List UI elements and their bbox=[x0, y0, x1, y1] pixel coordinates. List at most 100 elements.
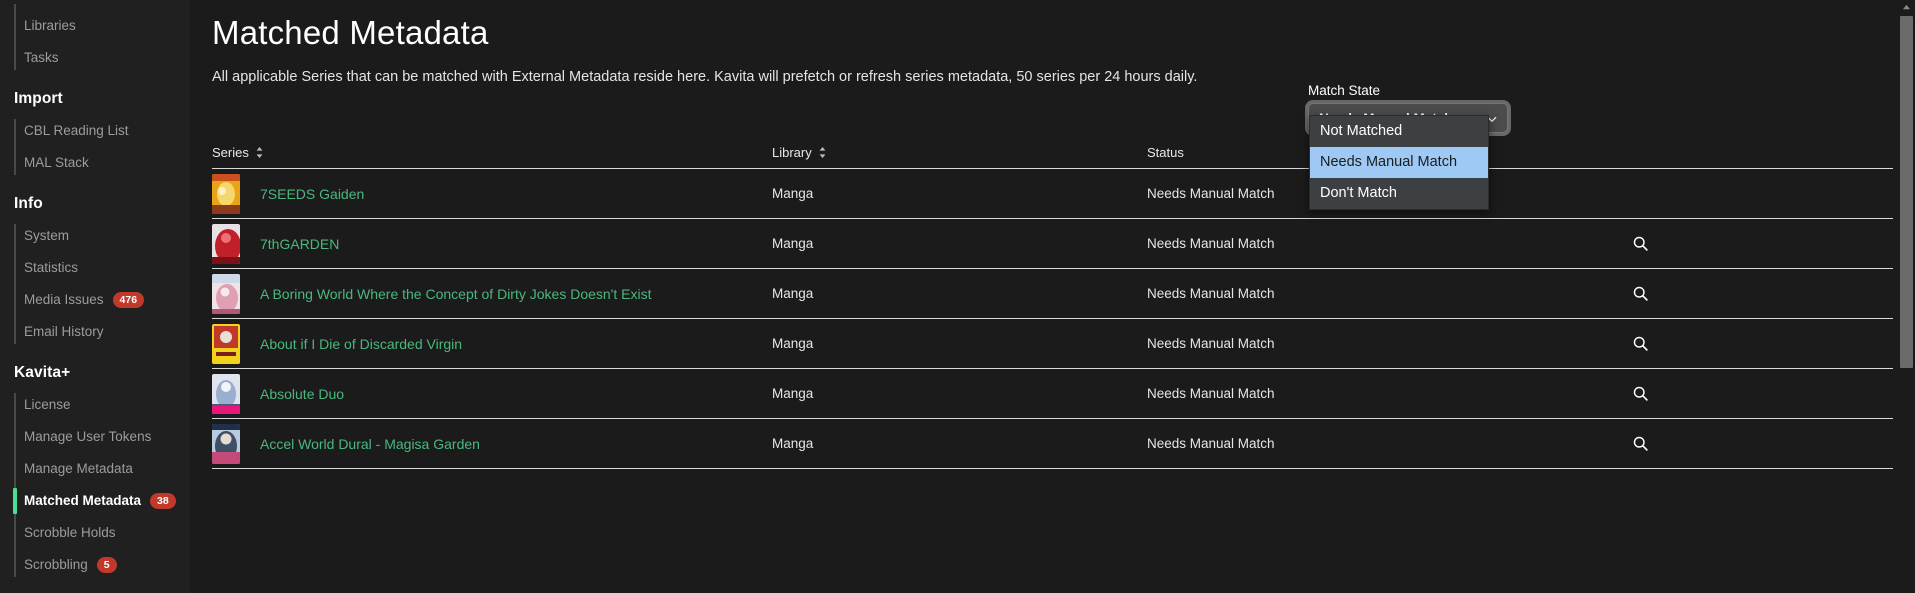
series-cover-thumbnail bbox=[212, 223, 240, 264]
page-title: Matched Metadata bbox=[212, 14, 489, 51]
series-link[interactable]: A Boring World Where the Concept of Dirt… bbox=[260, 286, 651, 302]
active-indicator bbox=[13, 488, 17, 514]
sidebar-item-email-history[interactable]: Email History bbox=[0, 316, 190, 348]
sidebar-item-media-issues[interactable]: Media Issues 476 bbox=[0, 284, 190, 316]
match-state-dropdown[interactable]: Not Matched Needs Manual Match Don't Mat… bbox=[1309, 115, 1489, 210]
cell-status: Needs Manual Match bbox=[1147, 336, 1275, 351]
match-state-label: Match State bbox=[1308, 83, 1381, 98]
cell-series: About if I Die of Discarded Virgin bbox=[212, 323, 772, 364]
sidebar-item-matched-metadata[interactable]: Matched Metadata 38 bbox=[0, 485, 190, 517]
sort-icon bbox=[818, 146, 827, 159]
match-state-filter: Match State Needs Manual Match Not Match… bbox=[1308, 83, 1508, 210]
sidebar: Libraries Tasks Import CBL Reading List … bbox=[0, 0, 190, 593]
sidebar-item-label: Tasks bbox=[24, 50, 59, 65]
series-cover-thumbnail bbox=[212, 323, 240, 364]
sidebar-item-tasks[interactable]: Tasks bbox=[0, 42, 190, 74]
search-icon[interactable] bbox=[1629, 232, 1651, 254]
sidebar-item-label: Scrobbling bbox=[24, 557, 88, 572]
sidebar-item-label: Scrobble Holds bbox=[24, 525, 116, 540]
cell-action bbox=[1627, 382, 1893, 405]
column-header-label: Library bbox=[772, 144, 812, 160]
sidebar-item-label: Manage User Tokens bbox=[24, 429, 152, 444]
scrobbling-badge: 5 bbox=[96, 557, 117, 573]
cell-action bbox=[1627, 432, 1893, 455]
series-cover-thumbnail bbox=[212, 373, 240, 414]
sidebar-item-label: Manage Metadata bbox=[24, 461, 133, 476]
sidebar-item-statistics[interactable]: Statistics bbox=[0, 252, 190, 284]
cell-action bbox=[1627, 282, 1893, 305]
sidebar-item-manage-metadata[interactable]: Manage Metadata bbox=[0, 453, 190, 485]
cell-series: Accel World Dural - Magisa Garden bbox=[212, 423, 772, 464]
series-link[interactable]: 7thGARDEN bbox=[260, 236, 339, 252]
cell-library: Manga bbox=[772, 386, 814, 401]
cell-library: Manga bbox=[772, 336, 814, 351]
table-header-row: Series Library Status bbox=[212, 143, 1893, 169]
table-row: 7thGARDEN Manga Needs Manual Match bbox=[212, 219, 1893, 269]
sidebar-item-libraries[interactable]: Libraries bbox=[0, 10, 190, 42]
sidebar-item-manage-user-tokens[interactable]: Manage User Tokens bbox=[0, 421, 190, 453]
search-icon[interactable] bbox=[1629, 432, 1651, 454]
app-root: Libraries Tasks Import CBL Reading List … bbox=[0, 0, 1915, 593]
sidebar-item-label: Libraries bbox=[24, 18, 76, 33]
series-cover-thumbnail bbox=[212, 173, 240, 214]
sidebar-item-cbl-reading-list[interactable]: CBL Reading List bbox=[0, 115, 190, 147]
cell-status: Needs Manual Match bbox=[1147, 436, 1275, 451]
search-icon[interactable] bbox=[1629, 282, 1651, 304]
column-header-series[interactable]: Series bbox=[212, 145, 772, 167]
sidebar-group-info: System Statistics Media Issues 476 Email… bbox=[0, 220, 190, 348]
cell-status: Needs Manual Match bbox=[1147, 386, 1275, 401]
cell-library: Manga bbox=[772, 286, 814, 301]
table-row: A Boring World Where the Concept of Dirt… bbox=[212, 269, 1893, 319]
sidebar-item-label: License bbox=[24, 397, 71, 412]
series-link[interactable]: Accel World Dural - Magisa Garden bbox=[260, 436, 480, 452]
cell-library: Manga bbox=[772, 436, 814, 451]
sidebar-item-license[interactable]: License bbox=[0, 389, 190, 421]
media-issues-badge: 476 bbox=[112, 292, 145, 308]
dropdown-option-not-matched[interactable]: Not Matched bbox=[1310, 116, 1488, 147]
sidebar-item-label: Statistics bbox=[24, 260, 79, 275]
matched-metadata-table: Series Library Status 7SEEDS Gaiden Mang… bbox=[212, 143, 1893, 469]
search-icon[interactable] bbox=[1629, 382, 1651, 404]
sidebar-item-system[interactable]: System bbox=[0, 220, 190, 252]
cell-status: Needs Manual Match bbox=[1147, 236, 1275, 251]
cell-series: A Boring World Where the Concept of Dirt… bbox=[212, 273, 772, 314]
cell-action bbox=[1627, 232, 1893, 255]
sidebar-item-mal-stack[interactable]: MAL Stack bbox=[0, 147, 190, 179]
main-content: Matched Metadata All applicable Series t… bbox=[190, 0, 1915, 593]
dropdown-option-label: Needs Manual Match bbox=[1320, 154, 1458, 170]
table-row: About if I Die of Discarded Virgin Manga… bbox=[212, 319, 1893, 369]
dropdown-option-dont-match[interactable]: Don't Match bbox=[1310, 178, 1488, 209]
dropdown-option-label: Don't Match bbox=[1320, 185, 1397, 201]
table-row: Accel World Dural - Magisa Garden Manga … bbox=[212, 419, 1893, 469]
cell-library: Manga bbox=[772, 236, 814, 251]
sidebar-item-label: CBL Reading List bbox=[24, 123, 129, 138]
series-cover-thumbnail bbox=[212, 423, 240, 464]
cell-library: Manga bbox=[772, 186, 814, 201]
column-header-library[interactable]: Library bbox=[772, 145, 1147, 167]
table-row: Absolute Duo Manga Needs Manual Match bbox=[212, 369, 1893, 419]
series-link[interactable]: 7SEEDS Gaiden bbox=[260, 186, 364, 202]
sidebar-item-label: System bbox=[24, 228, 70, 243]
cell-series: 7thGARDEN bbox=[212, 223, 772, 264]
page-scrollbar[interactable] bbox=[1898, 0, 1915, 593]
series-cover-thumbnail bbox=[212, 273, 240, 314]
sort-icon bbox=[255, 146, 264, 159]
cell-series: 7SEEDS Gaiden bbox=[212, 173, 772, 214]
dropdown-option-label: Not Matched bbox=[1320, 123, 1403, 139]
dropdown-option-needs-manual-match[interactable]: Needs Manual Match bbox=[1310, 147, 1488, 178]
table-row: 7SEEDS Gaiden Manga Needs Manual Match bbox=[212, 169, 1893, 219]
sidebar-item-label: Email History bbox=[24, 324, 104, 339]
cell-status: Needs Manual Match bbox=[1147, 286, 1275, 301]
sidebar-item-scrobbling[interactable]: Scrobbling 5 bbox=[0, 549, 190, 581]
series-link[interactable]: Absolute Duo bbox=[260, 386, 344, 402]
cell-series: Absolute Duo bbox=[212, 373, 772, 414]
sidebar-item-label: Media Issues bbox=[24, 292, 104, 307]
series-link[interactable]: About if I Die of Discarded Virgin bbox=[260, 336, 462, 352]
sidebar-item-scrobble-holds[interactable]: Scrobble Holds bbox=[0, 517, 190, 549]
scrollbar-thumb[interactable] bbox=[1900, 16, 1913, 368]
scroll-up-arrow-icon[interactable] bbox=[1898, 0, 1915, 15]
sidebar-item-label: MAL Stack bbox=[24, 155, 89, 170]
sidebar-section-title-kavita-plus: Kavita+ bbox=[14, 364, 71, 381]
search-icon[interactable] bbox=[1629, 332, 1651, 354]
sidebar-group-top: Libraries Tasks bbox=[0, 0, 190, 74]
